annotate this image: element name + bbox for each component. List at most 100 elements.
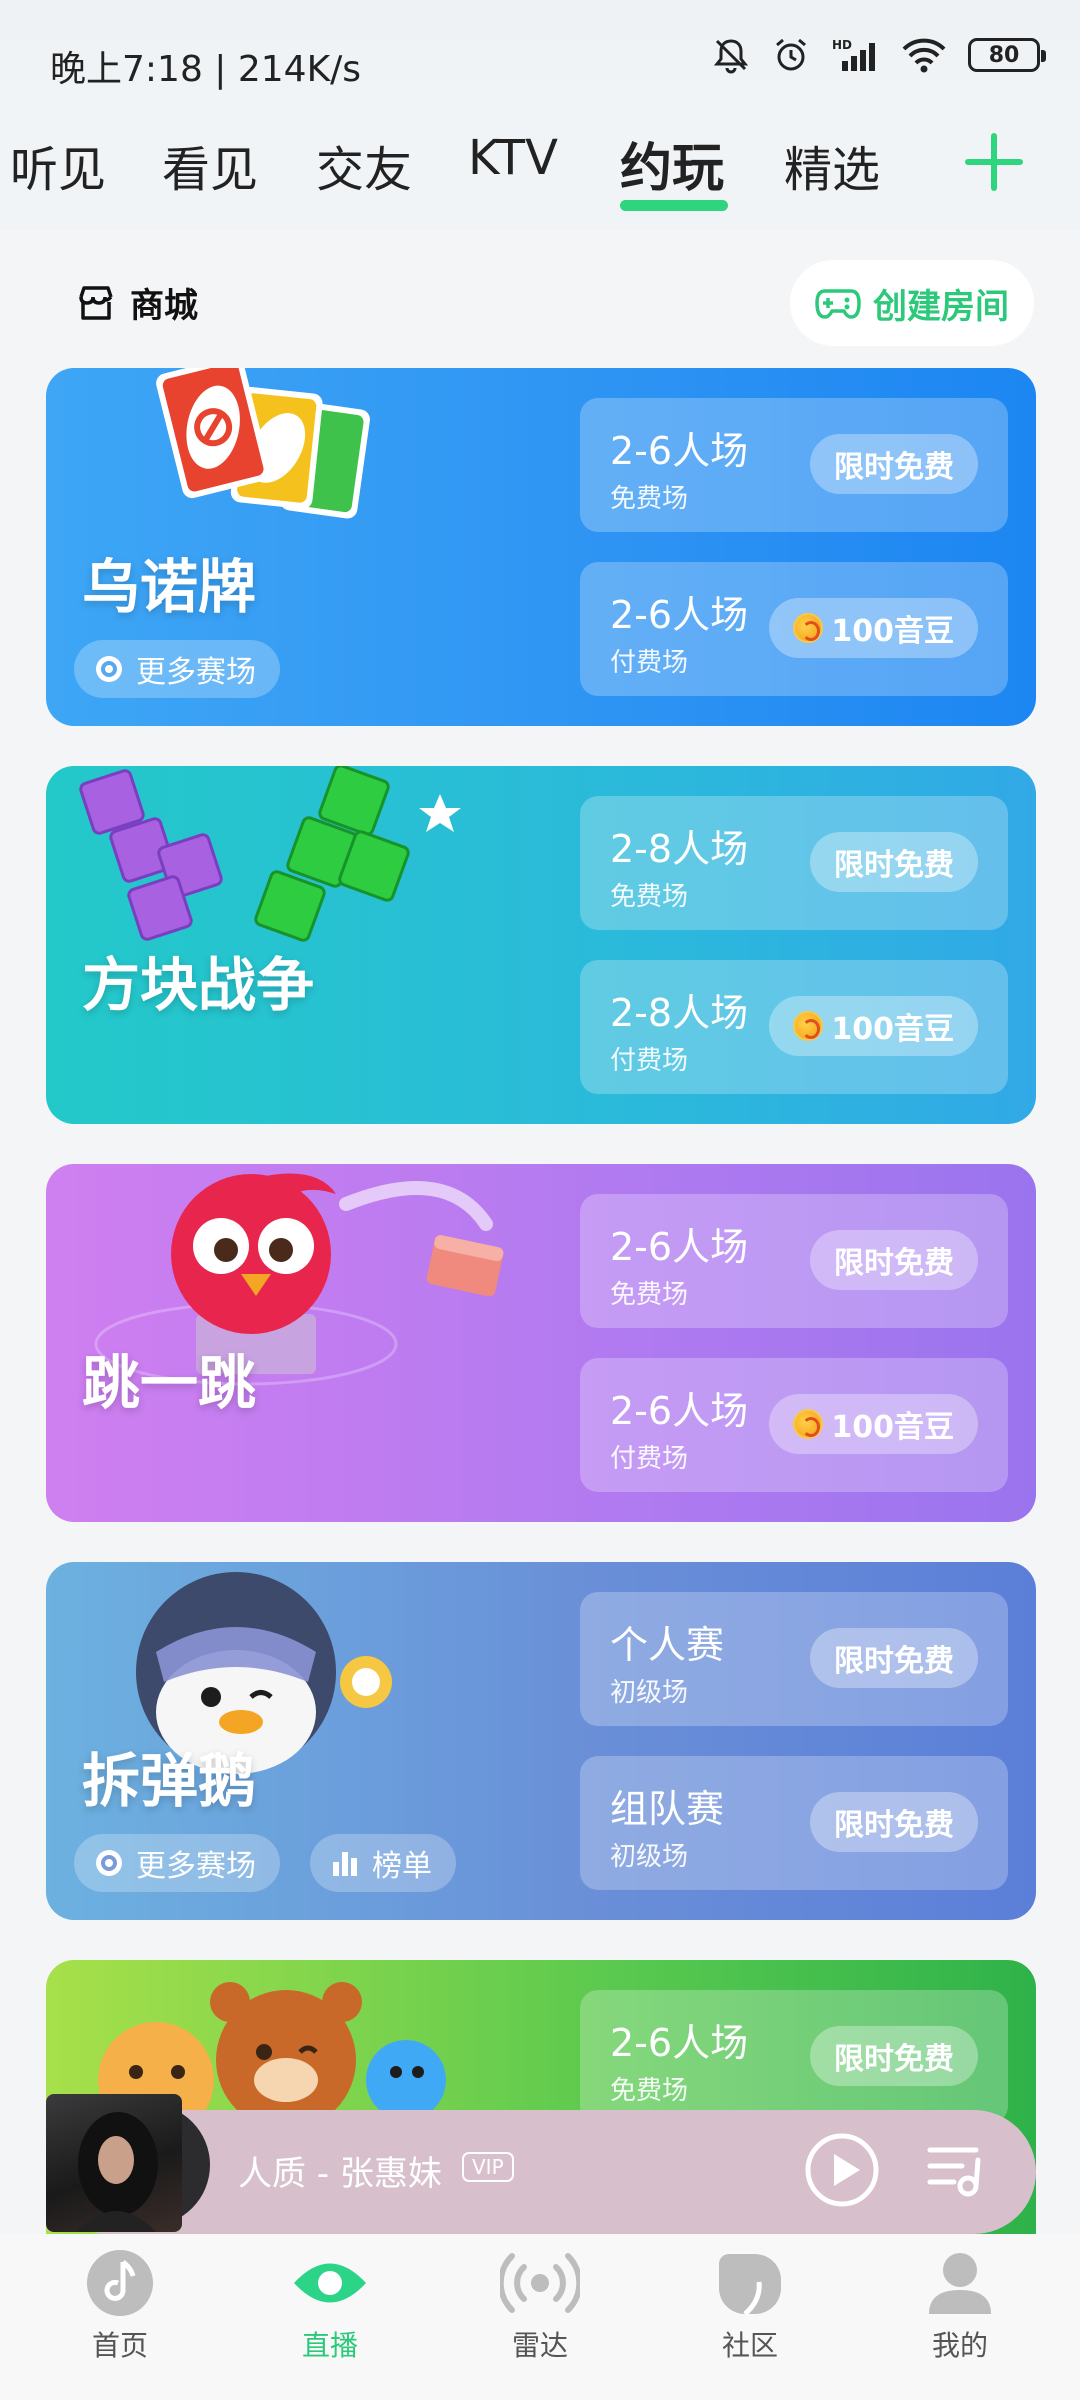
session-solo[interactable]: 个人赛 初级场 限时免费 — [580, 1592, 1008, 1726]
session-name: 2-6人场 — [610, 1389, 749, 1433]
mute-bell-icon — [713, 39, 749, 74]
limited-free-badge: 限时免费 — [810, 1628, 978, 1688]
leaderboard-label: 榜单 — [372, 1849, 432, 1884]
status-icons: HD 80 — [712, 36, 1046, 74]
game-title: 拆弹鹅 — [82, 1747, 257, 1815]
more-venues-button[interactable]: 更多赛场 — [74, 640, 280, 698]
tab-watch[interactable]: 看见 — [162, 130, 258, 200]
battery-icon: 80 — [968, 38, 1046, 72]
more-venues-button[interactable]: 更多赛场 — [74, 1834, 280, 1892]
plus-icon[interactable] — [962, 130, 1026, 194]
user-icon — [929, 2253, 991, 2314]
session-free[interactable]: 2-8人场 免费场 限时免费 — [580, 796, 1008, 930]
uno-cards-illustration — [156, 368, 370, 519]
session-name: 2-6人场 — [610, 1225, 749, 1269]
nav-label: 雷达 — [511, 2329, 568, 2362]
create-room-label: 创建房间 — [873, 286, 1009, 327]
session-type: 付费场 — [610, 1444, 689, 1474]
more-venues-label: 更多赛场 — [136, 1849, 256, 1884]
badge-label: 限时免费 — [834, 848, 954, 883]
session-name: 2-6人场 — [610, 2021, 749, 2065]
session-type: 免费场 — [610, 2076, 689, 2106]
radar-icon — [500, 2253, 580, 2313]
coin-icon — [793, 1011, 824, 1041]
badge-label: 100音豆 — [831, 614, 954, 649]
session-name: 2-6人场 — [610, 429, 749, 473]
nav-home[interactable]: 首页 — [50, 2248, 190, 2364]
play-icon[interactable] — [804, 2132, 880, 2208]
session-type: 初级场 — [610, 1842, 689, 1872]
wifi-icon — [902, 38, 946, 73]
nav-community[interactable]: 社区 — [680, 2248, 820, 2364]
session-paid[interactable]: 2-6人场 付费场 100音豆 — [580, 1358, 1008, 1492]
shop-link[interactable]: 商城 — [76, 278, 198, 327]
session-type: 免费场 — [610, 484, 689, 514]
badge-label: 100音豆 — [831, 1012, 954, 1047]
game-card-block-wars[interactable]: 方块战争 2-8人场 免费场 限时免费 2-8人场 付费场 100音豆 — [46, 766, 1036, 1124]
badge-label: 100音豆 — [831, 1410, 954, 1445]
limited-free-badge: 限时免费 — [810, 1230, 978, 1290]
game-card-bomb-goose[interactable]: 拆弹鹅 更多赛场 榜单 个人赛 初级场 限时免费 组队赛 初级场 限时免费 — [46, 1562, 1036, 1920]
album-artwork — [76, 2112, 158, 2232]
session-paid[interactable]: 2-6人场 付费场 100音豆 — [580, 562, 1008, 696]
nav-label: 我的 — [931, 2329, 988, 2362]
leaderboard-button[interactable]: 榜单 — [310, 1834, 456, 1892]
badge-label: 限时免费 — [834, 450, 954, 485]
nav-live[interactable]: 直播 — [260, 2248, 400, 2364]
nav-label: 首页 — [91, 2329, 148, 2362]
session-type: 付费场 — [610, 648, 689, 678]
pill-row: 更多赛场 — [74, 640, 280, 698]
price-badge: 100音豆 — [769, 996, 978, 1056]
more-venues-label: 更多赛场 — [136, 655, 256, 690]
tab-play[interactable]: 约玩 — [620, 126, 724, 201]
tab-featured[interactable]: 精选 — [784, 130, 880, 200]
tab-friends[interactable]: 交友 — [316, 130, 412, 200]
session-free[interactable]: 2-6人场 免费场 限时免费 — [580, 398, 1008, 532]
game-card-uno[interactable]: 乌诺牌 更多赛场 2-6人场 免费场 限时免费 2-6人场 付费场 100音豆 — [46, 368, 1036, 726]
game-title: 乌诺牌 — [82, 553, 257, 621]
create-room-button[interactable]: 创建房间 — [790, 260, 1034, 346]
badge-label: 限时免费 — [834, 1808, 954, 1843]
session-paid[interactable]: 2-8人场 付费场 100音豆 — [580, 960, 1008, 1094]
bar-chart-icon — [333, 1852, 357, 1876]
session-type: 免费场 — [610, 1280, 689, 1310]
game-card-jump[interactable]: 跳一跳 2-6人场 免费场 限时免费 2-6人场 付费场 100音豆 — [46, 1164, 1036, 1522]
shop-label: 商城 — [130, 286, 198, 326]
bottom-nav: 首页 直播 雷达 社区 我的 — [0, 2234, 1080, 2400]
playlist-icon[interactable] — [926, 2142, 986, 2198]
limited-free-badge: 限时免费 — [810, 1792, 978, 1852]
limited-free-badge: 限时免费 — [810, 2026, 978, 2086]
blocks-illustration — [79, 766, 461, 942]
pill-row: 更多赛场 榜单 — [74, 1834, 456, 1892]
session-type: 免费场 — [610, 882, 689, 912]
session-name: 2-8人场 — [610, 827, 749, 871]
nav-me[interactable]: 我的 — [890, 2248, 1030, 2364]
music-note-icon — [87, 2250, 153, 2316]
alarm-icon — [776, 38, 806, 71]
signal-icon: HD — [832, 38, 875, 71]
active-tab-indicator — [620, 200, 728, 211]
session-type: 初级场 — [610, 1678, 689, 1708]
session-team[interactable]: 组队赛 初级场 限时免费 — [580, 1756, 1008, 1890]
session-free[interactable]: 2-6人场 免费场 限时免费 — [580, 1194, 1008, 1328]
badge-label: 限时免费 — [834, 1644, 954, 1679]
gamepad-icon — [815, 289, 861, 319]
limited-free-badge: 限时免费 — [810, 434, 978, 494]
session-free[interactable]: 2-6人场 免费场 限时免费 — [580, 1990, 1008, 2124]
svg-text:HD: HD — [832, 38, 852, 52]
nav-radar[interactable]: 雷达 — [470, 2248, 610, 2364]
target-icon — [96, 656, 122, 682]
tab-ktv[interactable]: KTV — [468, 130, 558, 186]
session-name: 2-6人场 — [610, 593, 749, 637]
game-title: 方块战争 — [82, 951, 315, 1019]
eye-icon — [294, 2263, 366, 2303]
vip-badge: VIP — [462, 2152, 514, 2182]
album-cover[interactable] — [46, 2094, 182, 2232]
tab-listen[interactable]: 听见 — [10, 130, 106, 200]
badge-label: 限时免费 — [834, 2042, 954, 2077]
session-name: 个人赛 — [610, 1623, 725, 1667]
store-icon — [79, 285, 113, 320]
nav-label: 直播 — [301, 2329, 358, 2362]
price-badge: 100音豆 — [769, 598, 978, 658]
session-name: 2-8人场 — [610, 991, 749, 1035]
